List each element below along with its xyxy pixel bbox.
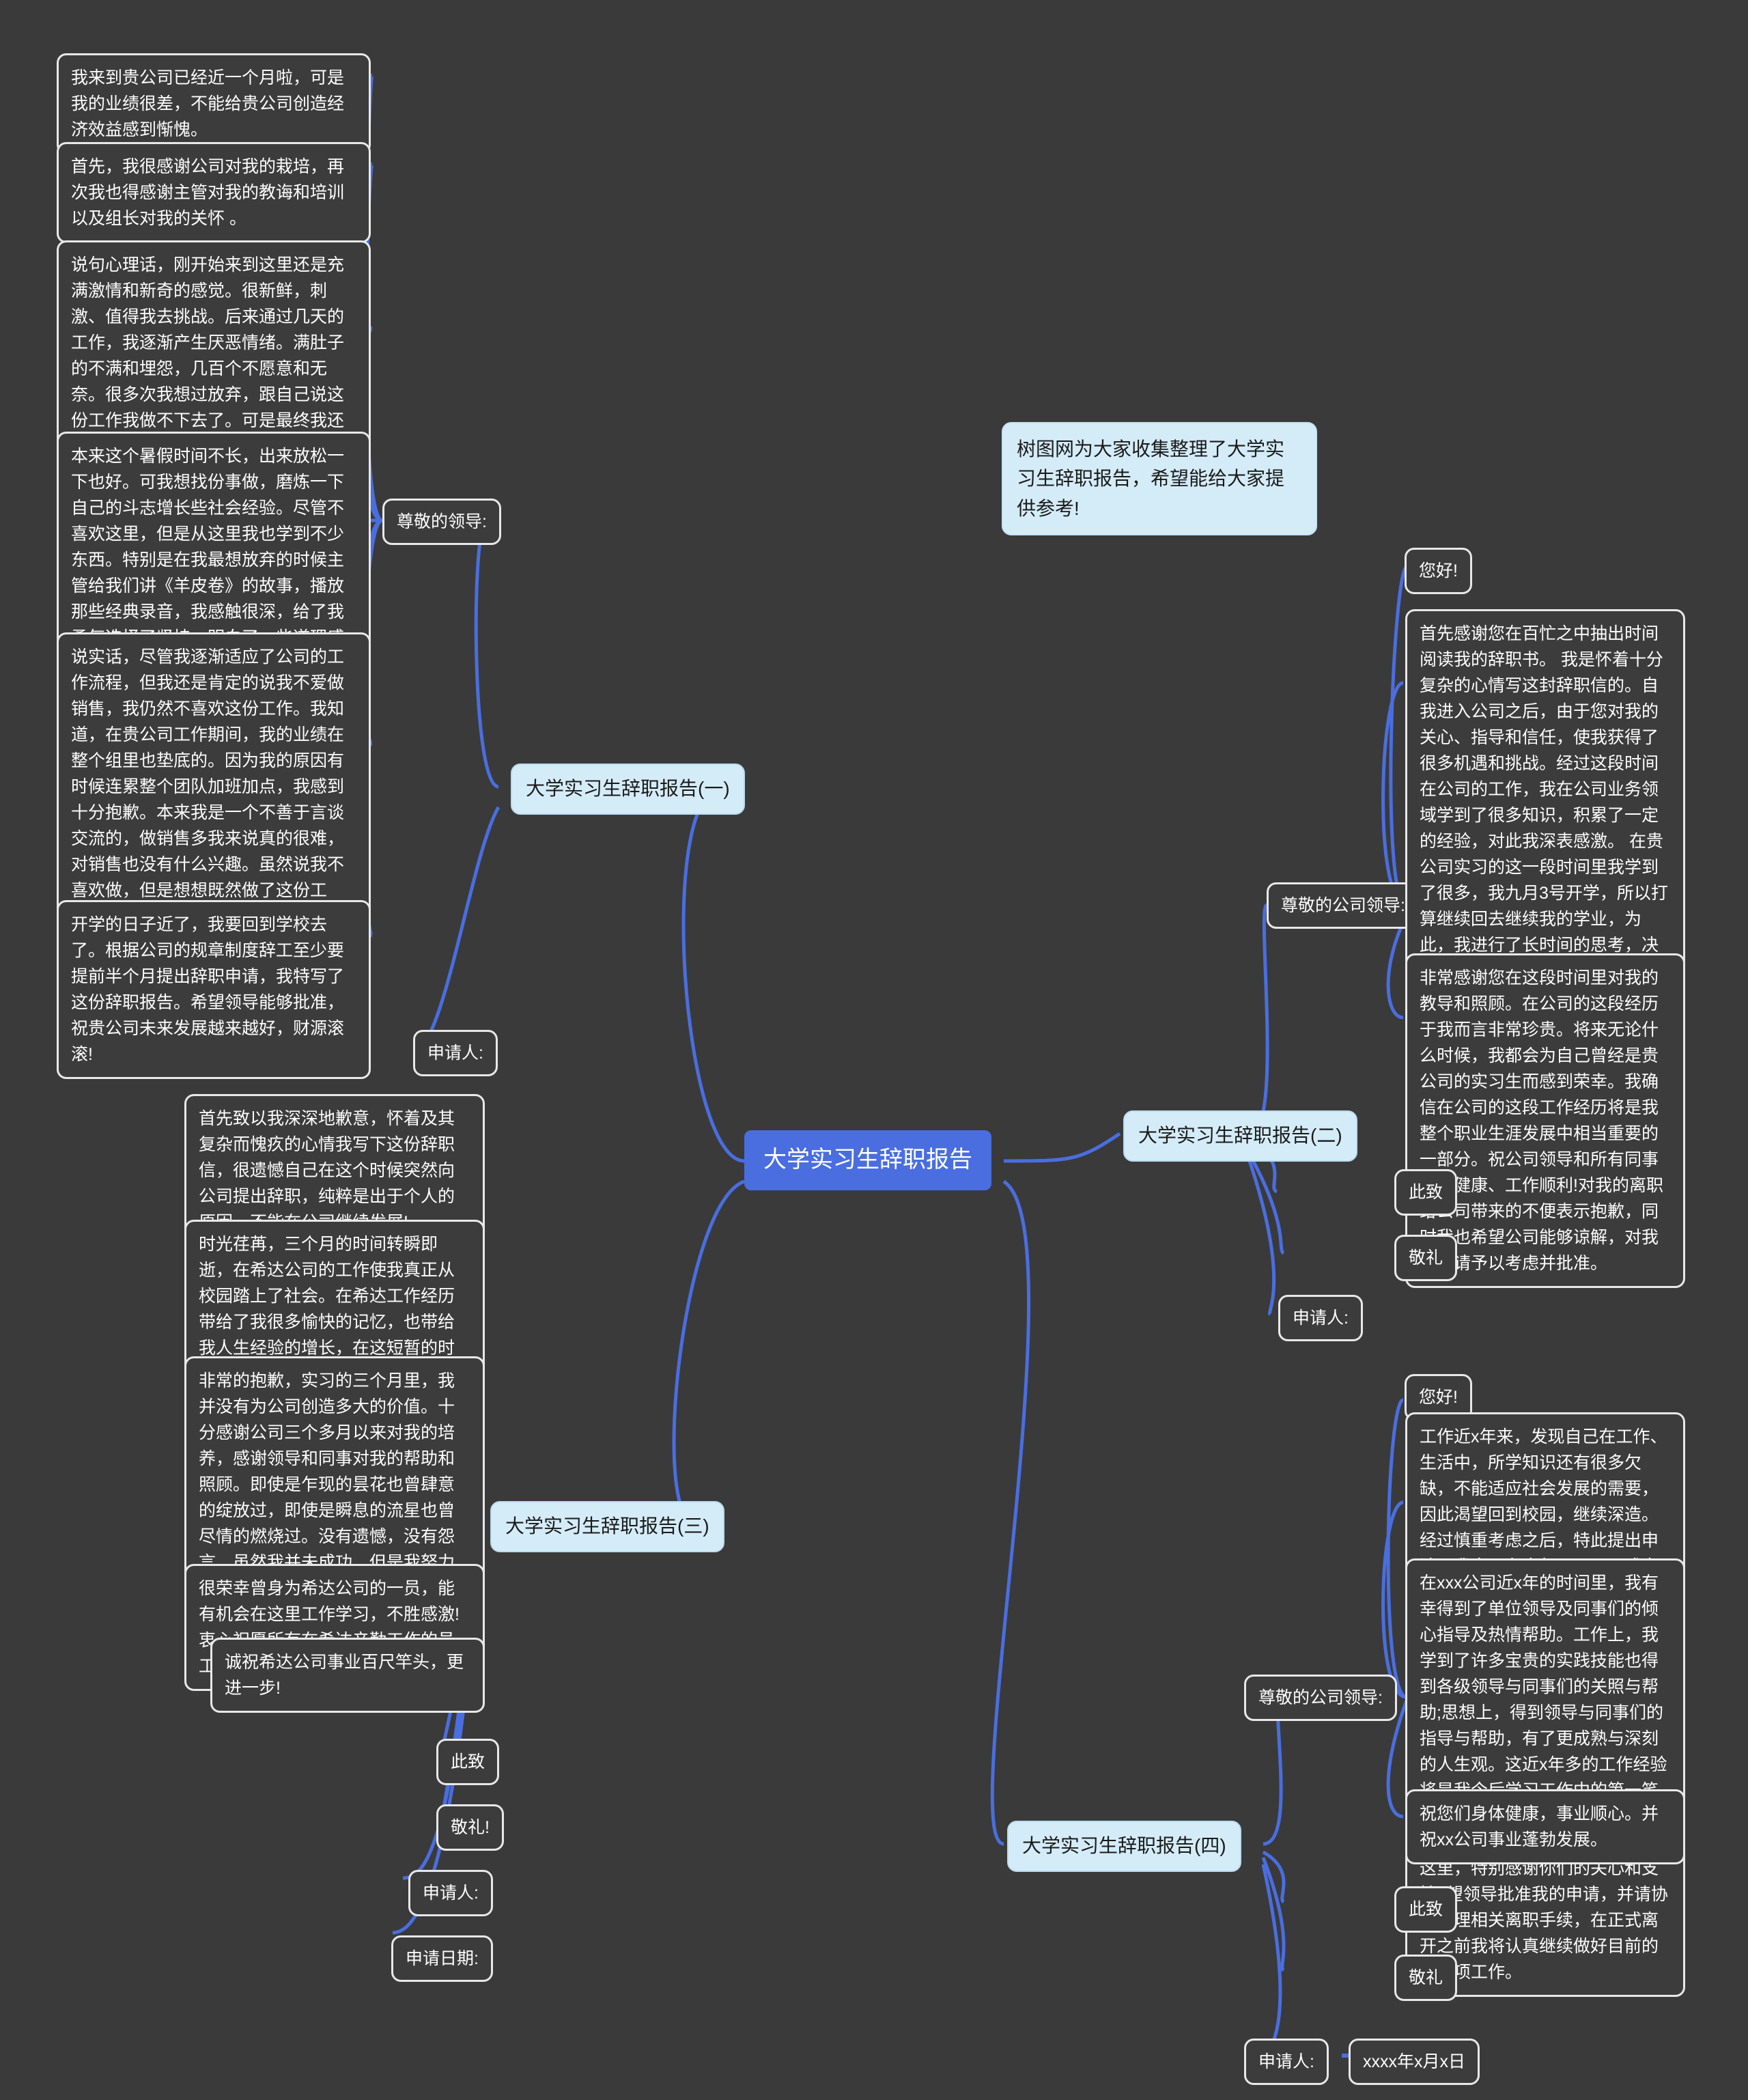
- b3-applicant: 申请人:: [408, 1870, 493, 1916]
- b1-paragraph-1: 我来到贵公司已经近一个月啦，可是我的业绩很差，不能给贵公司创造经济效益感到惭愧。: [57, 53, 371, 154]
- branch-node-2[interactable]: 大学实习生辞职报告(二): [1123, 1110, 1357, 1162]
- b1-applicant: 申请人:: [413, 1030, 498, 1076]
- branch-node-4[interactable]: 大学实习生辞职报告(四): [1007, 1821, 1241, 1872]
- b2-closing-1: 此致: [1394, 1169, 1458, 1216]
- b4-applicant: 申请人:: [1244, 2039, 1329, 2085]
- branch-node-3[interactable]: 大学实习生辞职报告(三): [490, 1501, 724, 1552]
- b4-date: xxxx年x月x日: [1349, 2039, 1480, 2085]
- b4-closing-2: 敬礼: [1394, 1955, 1458, 2001]
- b3-closing-1: 此致: [436, 1739, 500, 1785]
- b2-closing-2: 敬礼: [1394, 1235, 1458, 1281]
- b1-paragraph-2: 首先，我很感谢公司对我的栽培，再次我也得感谢主管对我的教诲和培训以及组长对我的关…: [57, 142, 371, 243]
- b1-paragraph-6: 开学的日子近了，我要回到学校去了。根据公司的规章制度辞工至少要提前半个月提出辞职…: [57, 900, 371, 1079]
- branch-node-1[interactable]: 大学实习生辞职报告(一): [511, 764, 745, 815]
- b2-salutation: 尊敬的公司领导:: [1267, 882, 1420, 929]
- root-node[interactable]: 大学实习生辞职报告: [744, 1130, 991, 1190]
- b4-salutation: 尊敬的公司领导:: [1244, 1675, 1397, 1721]
- b3-paragraph-5: 诚祝希达公司事业百尺竿头，更进一步!: [210, 1638, 485, 1713]
- b1-salutation: 尊敬的领导:: [382, 499, 501, 545]
- b2-applicant: 申请人:: [1278, 1295, 1363, 1341]
- b3-closing-2: 敬礼!: [436, 1804, 504, 1851]
- b4-paragraph-3: 祝您们身体健康，事业顺心。并祝xx公司事业蓬勃发展。: [1405, 1789, 1685, 1864]
- b3-apply-date: 申请日期:: [391, 1935, 493, 1982]
- b4-closing-1: 此致: [1394, 1886, 1458, 1933]
- b2-greeting: 您好!: [1405, 548, 1472, 594]
- intro-note: 树图网为大家收集整理了大学实习生辞职报告，希望能给大家提供参考!: [1002, 422, 1317, 536]
- mindmap-canvas: 树图 大学实习生辞职报告 树图网为大家收集整理了大学实习生辞职报告，希望能给大家…: [0, 0, 1748, 2100]
